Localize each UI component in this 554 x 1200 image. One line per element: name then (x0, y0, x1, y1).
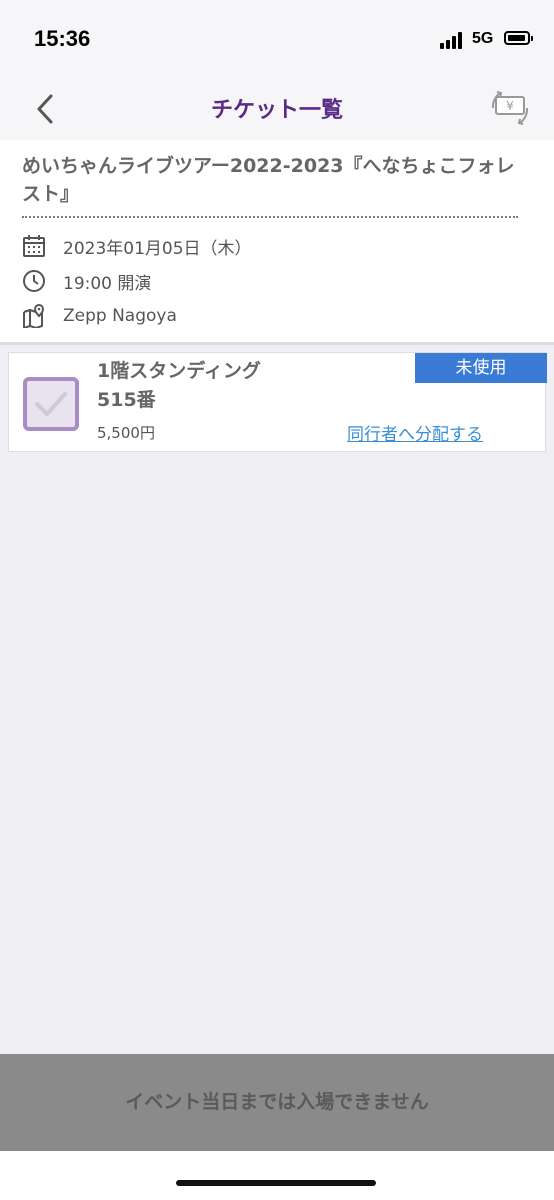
event-title: めいちゃんライブツアー2022-2023『へなちょこフォレスト』 (22, 155, 515, 205)
seat-name: 1階スタンディング (97, 360, 261, 382)
yen-exchange-icon: ¥ (491, 91, 529, 125)
home-area (0, 1151, 554, 1200)
event-card: めいちゃんライブツアー2022-2023『へなちょこフォレスト』 2023年01… (0, 140, 554, 345)
share-with-companion-link[interactable]: 同行者へ分配する (347, 420, 483, 445)
entry-disabled-bar: イベント当日までは入場できません (0, 1054, 554, 1151)
event-venue-row: Zepp Nagoya (22, 302, 177, 330)
battery-icon (504, 31, 533, 45)
event-time: 19:00 開演 (63, 273, 152, 294)
ticket-checkbox[interactable] (23, 377, 79, 431)
exchange-button[interactable]: ¥ (490, 88, 530, 128)
event-time-row: 19:00 開演 (22, 267, 151, 295)
nav-bar: チケット一覧 ¥ (0, 78, 554, 140)
status-time: 15:36 (34, 26, 91, 51)
calendar-icon (23, 235, 45, 257)
network-type: 5G (472, 30, 494, 47)
signal-icon (440, 31, 466, 49)
page-title: チケット一覧 (210, 98, 343, 123)
ticket-item[interactable]: 1階スタンディング 515番 5,500円 未使用 同行者へ分配する (8, 352, 547, 452)
seat-number: 515番 (97, 389, 156, 411)
divider (22, 216, 518, 218)
clock-icon (23, 270, 45, 292)
event-venue: Zepp Nagoya (63, 306, 177, 326)
event-date-row: 2023年01月05日（木） (22, 232, 252, 260)
svg-text:¥: ¥ (506, 99, 514, 113)
status-bar: 15:36 5G (0, 0, 554, 78)
event-date: 2023年01月05日（木） (63, 238, 252, 259)
home-indicator[interactable] (176, 1180, 376, 1186)
map-pin-icon (23, 304, 45, 328)
status-badge: 未使用 (415, 353, 547, 383)
ticket-price: 5,500円 (97, 424, 155, 442)
